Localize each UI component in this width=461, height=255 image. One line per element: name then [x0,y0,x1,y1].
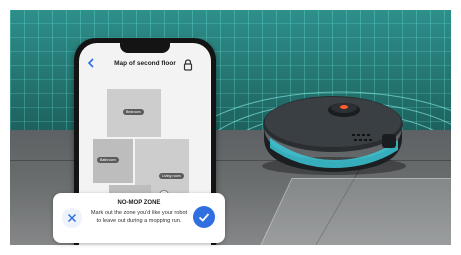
check-icon [198,213,210,222]
confirm-button[interactable] [193,206,215,228]
app-header: Map of second floor [79,57,211,73]
room-label-bedroom: Bedroom [123,109,144,115]
lock-button[interactable] [183,58,193,71]
card-title: NO-MOP ZONE [117,200,161,206]
chevron-left-icon [87,58,94,68]
robot-vacuum [262,96,406,175]
no-mop-zone-overlay [260,178,451,245]
phone-notch [120,43,170,53]
no-mop-zone-card: NO-MOP ZONE Mark out the zone you'd like… [53,193,225,243]
page-title: Map of second floor [114,60,176,67]
lock-icon [183,59,193,71]
back-button[interactable] [87,58,95,71]
close-icon [67,213,77,223]
card-description: Mark out the zone you'd like your robot … [90,210,188,224]
room-label-bathroom: Bathroom [97,157,119,163]
room-label-living-room: Living room [159,173,184,179]
cancel-button[interactable] [62,208,82,228]
